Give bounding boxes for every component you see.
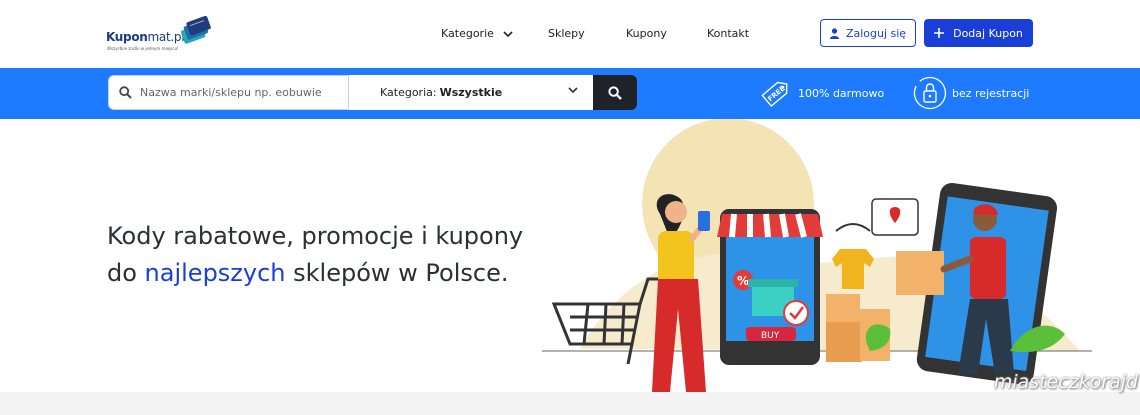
user-icon: [829, 27, 839, 39]
nav-categories-label: Kategorie: [441, 27, 494, 40]
feature-free: FREE 100% darmowo: [760, 76, 884, 110]
category-prefix: Kategoria:: [380, 86, 437, 99]
logo-text: Kuponmat.pl: [106, 30, 185, 44]
bottom-strip: [0, 392, 1140, 415]
hero-title-line2-post: sklepów w Polsce.: [285, 259, 509, 287]
search-input[interactable]: [140, 77, 340, 108]
search-icon: [608, 85, 622, 100]
category-value: Wszystkie: [439, 86, 503, 99]
chevron-down-icon: [568, 87, 578, 94]
hero-title-line2-pre: do: [107, 259, 145, 287]
lock-icon: [913, 76, 947, 110]
site-header: Kuponmat.pl Wszystkie zniżki w jednym mi…: [0, 0, 1140, 68]
svg-text:%: %: [737, 274, 749, 288]
hero-title-line1: Kody rabatowe, promocje i kupony: [107, 222, 524, 250]
login-button[interactable]: Zaloguj się: [820, 19, 916, 47]
watermark: miasteczkorajd: [993, 371, 1138, 393]
site-logo[interactable]: Kuponmat.pl Wszystkie zniżki w jednym mi…: [106, 14, 212, 54]
add-coupon-label: Dodaj Kupon: [953, 26, 1023, 40]
category-select[interactable]: Kategoria: Wszystkie: [349, 75, 593, 110]
nav-shops[interactable]: Sklepy: [548, 27, 585, 40]
search-field: [108, 75, 349, 110]
nav-coupons[interactable]: Kupony: [626, 27, 667, 40]
free-tag-icon: FREE: [761, 81, 788, 108]
feature-free-label: 100% darmowo: [798, 86, 885, 100]
add-coupon-button[interactable]: Dodaj Kupon: [924, 19, 1033, 47]
feature-no-register-label: bez rejestracji: [952, 86, 1030, 100]
search-bar: Kategoria: Wszystkie FREE 100% darmowo b…: [0, 68, 1140, 119]
logo-tagline: Wszystkie zniżki w jednym miejscu!: [107, 46, 179, 51]
feature-no-register: bez rejestracji: [913, 76, 1029, 110]
hero-title: Kody rabatowe, promocje i kupony do najl…: [107, 218, 523, 292]
login-label: Zaloguj się: [845, 26, 907, 40]
nav-contact[interactable]: Kontakt: [707, 27, 749, 40]
svg-text:BUY: BUY: [761, 331, 780, 341]
search-icon: [119, 86, 132, 99]
chevron-down-icon: [503, 30, 513, 37]
svg-text:FREE: FREE: [766, 84, 786, 103]
hero-section: Kody rabatowe, promocje i kupony do najl…: [0, 119, 1140, 392]
logo-cards-icon: [181, 15, 211, 44]
plus-icon: [934, 28, 945, 38]
nav-categories[interactable]: Kategorie: [441, 27, 513, 40]
search-button[interactable]: [593, 75, 637, 110]
hero-title-accent: najlepszych: [144, 259, 286, 287]
hero-illustration: % BUY: [542, 119, 1092, 392]
